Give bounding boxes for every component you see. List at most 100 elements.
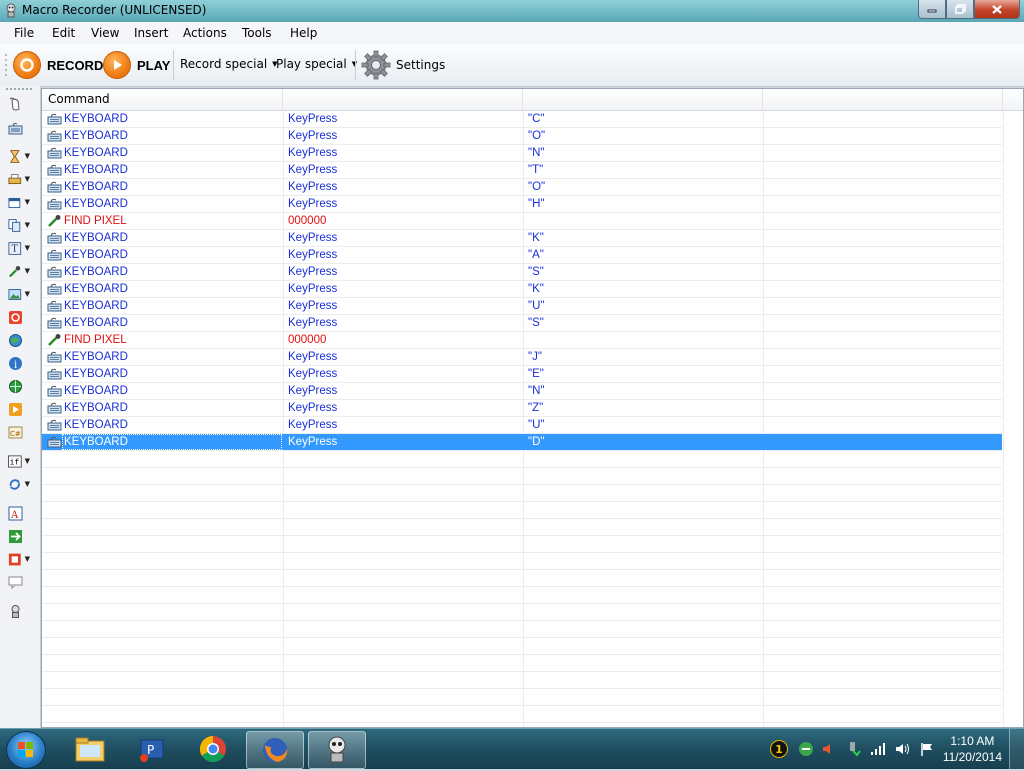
- header-command[interactable]: Command: [42, 89, 283, 110]
- table-row[interactable]: FIND PIXEL 000000: [42, 332, 1002, 349]
- column-divider: [1003, 110, 1004, 727]
- title-bar[interactable]: Macro Recorder (UNLICENSED): [0, 0, 1024, 22]
- toolbar-separator: [355, 50, 356, 80]
- command-list[interactable]: Command KEYBOARD KeyPress "C" KEYBOARD KeyPr…: [41, 88, 1024, 728]
- play-button[interactable]: PLAY: [103, 51, 170, 79]
- window-icon: [8, 197, 21, 208]
- table-row[interactable]: KEYBOARD KeyPress "T": [42, 162, 1002, 179]
- table-row[interactable]: KEYBOARD KeyPress "E": [42, 366, 1002, 383]
- table-row[interactable]: KEYBOARD KeyPress "U": [42, 298, 1002, 315]
- table-row[interactable]: KEYBOARD KeyPress "H": [42, 196, 1002, 213]
- empty-row: [42, 468, 1002, 485]
- keyboard-icon: [47, 249, 62, 261]
- table-row[interactable]: KEYBOARD KeyPress "N": [42, 145, 1002, 162]
- empty-row: [42, 570, 1002, 587]
- menu-view[interactable]: View: [91, 26, 119, 40]
- record-label: RECORD: [47, 57, 104, 73]
- header-column-3[interactable]: [523, 89, 763, 110]
- taskbar-chrome[interactable]: [185, 731, 241, 767]
- table-row[interactable]: KEYBOARD KeyPress "S": [42, 315, 1002, 332]
- table-row[interactable]: KEYBOARD KeyPress "C": [42, 111, 1002, 128]
- menu-insert[interactable]: Insert: [134, 26, 168, 40]
- insert-robot-button[interactable]: [8, 602, 30, 620]
- table-row[interactable]: KEYBOARD KeyPress "N": [42, 383, 1002, 400]
- cell-command: KEYBOARD: [64, 300, 128, 312]
- insert-label-button[interactable]: A: [8, 504, 30, 522]
- insert-delay-button[interactable]: ▼: [8, 147, 30, 165]
- table-row[interactable]: KEYBOARD KeyPress "U": [42, 417, 1002, 434]
- text-icon: T: [8, 241, 22, 255]
- menu-tools[interactable]: Tools: [242, 26, 272, 40]
- insert-web-button[interactable]: [8, 331, 30, 349]
- table-row[interactable]: KEYBOARD KeyPress "K": [42, 281, 1002, 298]
- insert-text-button[interactable]: T ▼: [8, 239, 30, 257]
- table-row[interactable]: KEYBOARD KeyPress "D": [42, 434, 1002, 451]
- menu-edit[interactable]: Edit: [52, 26, 75, 40]
- speaker-muted-icon[interactable]: [821, 741, 837, 757]
- start-button[interactable]: [6, 731, 46, 769]
- insert-keyboard-button[interactable]: [8, 119, 30, 137]
- system-tray: 1: [770, 729, 935, 769]
- insert-print-button[interactable]: ▼: [8, 170, 30, 188]
- table-row[interactable]: KEYBOARD KeyPress "A": [42, 247, 1002, 264]
- insert-code-button[interactable]: C#: [8, 423, 30, 441]
- insert-block-button[interactable]: ▼: [8, 550, 30, 568]
- action-center-flag-icon[interactable]: [919, 741, 935, 757]
- settings-button[interactable]: Settings: [361, 50, 445, 80]
- window-title: Macro Recorder (UNLICENSED): [22, 3, 207, 17]
- taskbar-macro-recorder[interactable]: [308, 731, 366, 769]
- chevron-down-icon: ▼: [24, 457, 30, 465]
- insert-message-button[interactable]: i: [8, 354, 30, 372]
- clock-date: 11/20/2014: [942, 750, 1002, 764]
- network-signal-icon[interactable]: [869, 741, 887, 757]
- tray-update-icon[interactable]: [798, 741, 814, 757]
- cell-command: KEYBOARD: [64, 283, 128, 295]
- menu-file[interactable]: File: [14, 26, 34, 40]
- menu-help[interactable]: Help: [290, 26, 317, 40]
- cell-value: "E": [528, 368, 544, 380]
- taskbar-powershell[interactable]: P: [124, 731, 180, 767]
- restore-button[interactable]: [946, 0, 974, 19]
- table-row[interactable]: KEYBOARD KeyPress "Z": [42, 400, 1002, 417]
- insert-if-button[interactable]: if ▼: [8, 452, 30, 470]
- menu-actions[interactable]: Actions: [183, 26, 227, 40]
- insert-comment-button[interactable]: [8, 573, 30, 591]
- taskbar-explorer[interactable]: [62, 731, 118, 767]
- insert-pixel-button[interactable]: ▼: [8, 262, 30, 280]
- header-column-4[interactable]: [763, 89, 1003, 110]
- insert-image-button[interactable]: ▼: [8, 285, 30, 303]
- table-row[interactable]: KEYBOARD KeyPress "O": [42, 128, 1002, 145]
- usb-device-icon[interactable]: [845, 741, 861, 757]
- insert-stop-button[interactable]: [8, 308, 30, 326]
- record-button[interactable]: RECORD: [13, 51, 103, 79]
- keyboard-icon: [8, 122, 23, 134]
- insert-goto-button[interactable]: [8, 527, 30, 545]
- table-row[interactable]: KEYBOARD KeyPress "J": [42, 349, 1002, 366]
- table-row[interactable]: KEYBOARD KeyPress "O": [42, 179, 1002, 196]
- table-row[interactable]: KEYBOARD KeyPress "S": [42, 264, 1002, 281]
- insert-run-macro-button[interactable]: [8, 400, 30, 418]
- insert-mouse-button[interactable]: [8, 95, 30, 113]
- volume-icon[interactable]: [894, 741, 912, 757]
- minimize-button[interactable]: [918, 0, 946, 19]
- cell-value: "Z": [528, 402, 544, 414]
- empty-row: [42, 536, 1002, 553]
- eyedropper-icon: [9, 265, 21, 277]
- info-icon: i: [9, 356, 22, 371]
- svg-text:A: A: [10, 510, 19, 521]
- table-row[interactable]: KEYBOARD KeyPress "K": [42, 230, 1002, 247]
- tray-badge[interactable]: 1: [770, 740, 788, 758]
- close-button[interactable]: [974, 0, 1020, 19]
- insert-window-button[interactable]: ▼: [8, 193, 30, 211]
- empty-row: [42, 519, 1002, 536]
- record-special-dropdown[interactable]: Record special ▼: [180, 57, 278, 71]
- table-row[interactable]: FIND PIXEL 000000: [42, 213, 1002, 230]
- insert-clipboard-button[interactable]: ▼: [8, 216, 30, 234]
- taskbar-firefox[interactable]: [246, 731, 304, 769]
- insert-network-button[interactable]: [8, 377, 30, 395]
- play-special-dropdown[interactable]: Play special ▼: [276, 57, 357, 71]
- clock[interactable]: 1:10 AM 11/20/2014: [943, 733, 1002, 765]
- header-column-2[interactable]: [283, 89, 523, 110]
- insert-loop-button[interactable]: ▼: [8, 475, 30, 493]
- show-desktop-button[interactable]: [1009, 729, 1024, 769]
